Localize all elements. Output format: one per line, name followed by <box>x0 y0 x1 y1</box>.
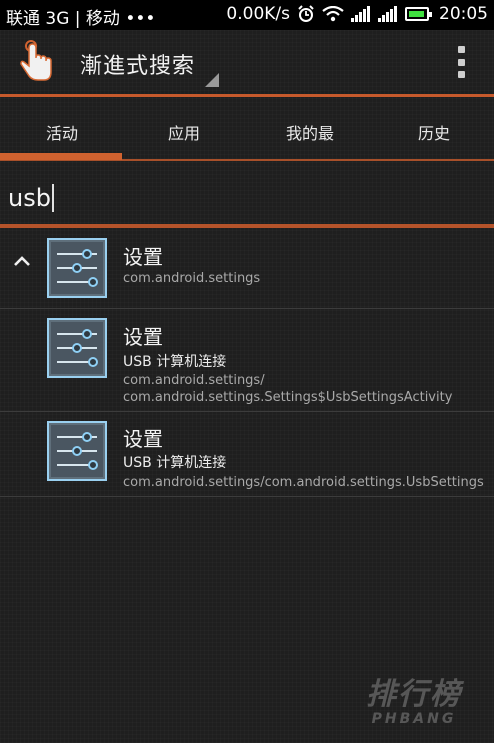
app-title: 漸進式搜索 <box>80 54 196 79</box>
watermark-sub: PHBANG <box>371 711 457 727</box>
list-item[interactable]: 设置 USB 计算机连接 com.android.settings/ com.a… <box>0 309 494 412</box>
tab-apps[interactable]: 应用 <box>122 120 246 144</box>
search-query: usb <box>8 184 51 212</box>
clock: 20:05 <box>439 4 488 24</box>
results-list: 设置 com.android.settings 设置 USB 计算机连接 com… <box>0 228 494 497</box>
watermark-logo: 排行榜 PHBANG <box>354 669 474 727</box>
settings-sliders-icon <box>47 318 107 378</box>
alarm-icon <box>298 5 314 22</box>
tab-label: 应用 <box>167 124 200 143</box>
action-bar-divider <box>0 94 494 97</box>
settings-sliders-icon <box>47 238 107 298</box>
signal-icon <box>351 6 371 22</box>
signal-icon <box>378 6 398 22</box>
result-title: 设置 <box>123 245 163 269</box>
network-speed: 0.00K/s <box>226 4 290 24</box>
selected-tab-indicator <box>0 153 122 160</box>
tab-activities[interactable]: 活动 <box>0 120 124 144</box>
result-subtitle: USB 计算机连接 <box>123 354 227 370</box>
overflow-menu-icon[interactable] <box>458 46 466 78</box>
wifi-icon <box>322 6 344 22</box>
result-title: 设置 <box>123 325 163 349</box>
status-bar: 联通 3G | 移动 ••• 0.00K/s 20:05 <box>0 0 494 30</box>
result-package: com.android.settings <box>123 271 261 286</box>
watermark-main: 排行榜 <box>366 677 462 712</box>
result-package: com.android.settings/com.android.setting… <box>123 475 484 490</box>
tab-label: 活动 <box>45 124 78 143</box>
tab-bar: 活动 应用 我的最 历史 <box>0 100 494 160</box>
carrier-text: 联通 3G | 移动 ••• <box>6 9 156 29</box>
result-title: 设置 <box>123 427 163 451</box>
tab-history[interactable]: 历史 <box>372 120 494 144</box>
list-item[interactable]: 设置 USB 计算机连接 com.android.settings/com.an… <box>0 412 494 497</box>
battery-icon <box>405 7 432 21</box>
result-subtitle: USB 计算机连接 <box>123 455 227 471</box>
result-package: com.android.settings/ <box>123 373 265 388</box>
list-item[interactable]: 设置 com.android.settings <box>0 228 494 309</box>
text-cursor <box>51 184 54 212</box>
status-icons: 0.00K/s 20:05 <box>219 4 488 24</box>
hand-pointer-icon[interactable] <box>18 40 56 84</box>
dropdown-indicator-icon <box>205 73 219 87</box>
chevron-up-icon[interactable] <box>13 255 31 267</box>
tab-favorites[interactable]: 我的最 <box>248 120 372 144</box>
settings-sliders-icon <box>47 421 107 481</box>
tab-label: 我的最 <box>285 124 334 143</box>
action-bar: 漸進式搜索 <box>0 30 494 94</box>
search-mode-spinner[interactable]: 漸進式搜索 <box>80 48 195 80</box>
search-input[interactable]: usb <box>0 172 494 226</box>
tab-label: 历史 <box>417 124 450 143</box>
result-package: com.android.settings.Settings$UsbSetting… <box>123 390 453 405</box>
